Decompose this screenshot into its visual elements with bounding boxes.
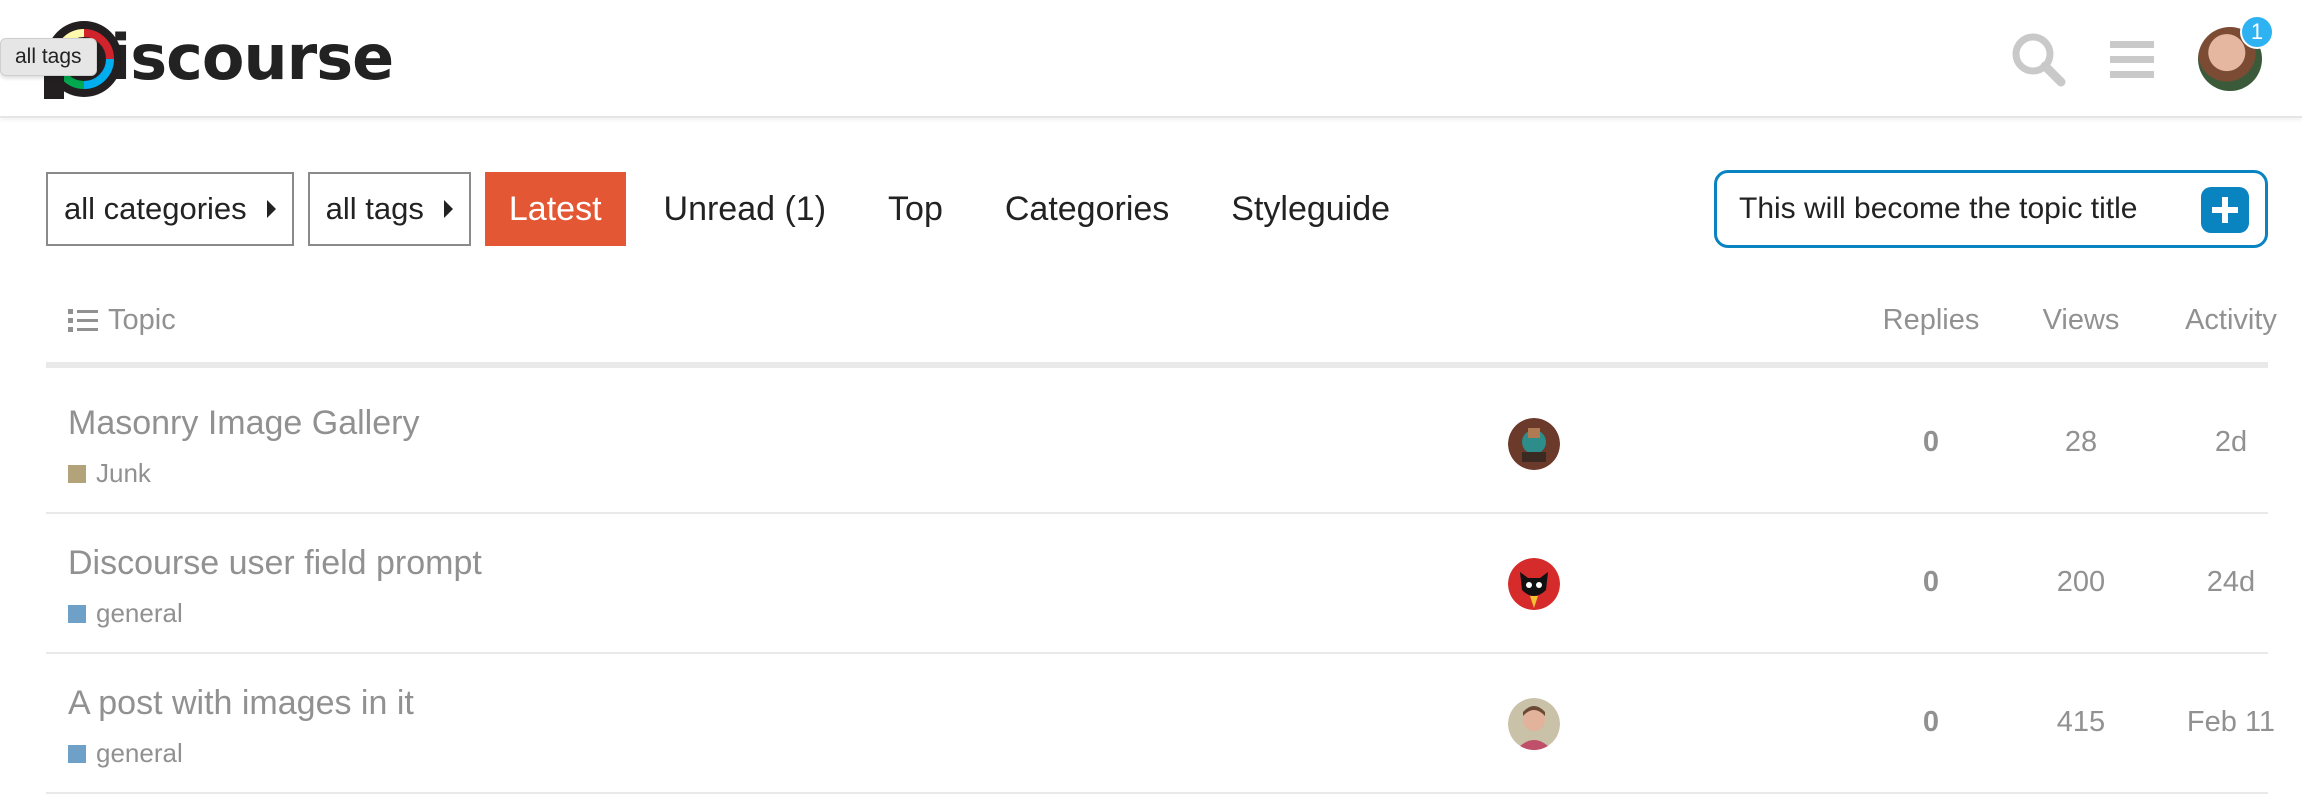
- search-icon[interactable]: [2010, 31, 2066, 87]
- category-name: general: [96, 598, 183, 628]
- notification-badge[interactable]: 1: [2240, 15, 2274, 49]
- topic-title-input[interactable]: [1739, 192, 2199, 226]
- category-badge[interactable]: Junk: [68, 458, 151, 489]
- tags-dropdown[interactable]: all tags: [307, 172, 471, 246]
- activity-time[interactable]: 24d: [2136, 566, 2302, 599]
- nav-latest[interactable]: Latest: [484, 172, 626, 246]
- activity-time[interactable]: 2d: [2136, 426, 2302, 459]
- poster-avatar[interactable]: [1508, 698, 1560, 750]
- topic-list-header: Topic Replies Views Activity: [46, 282, 2277, 368]
- plus-icon: [2212, 197, 2238, 223]
- category-name: general: [96, 738, 183, 768]
- nav-top[interactable]: Top: [864, 172, 967, 246]
- table-row: Masonry Image Gallery Junk 0 28 2d: [46, 374, 2268, 514]
- table-row: A post with images in it general 0 415 F…: [46, 654, 2275, 794]
- category-badge[interactable]: general: [68, 598, 183, 629]
- activity-time[interactable]: Feb 11: [2136, 706, 2302, 739]
- caret-right-icon: [266, 200, 276, 218]
- nav-styleguide[interactable]: Styleguide: [1207, 172, 1414, 246]
- category-color-swatch: [68, 744, 86, 763]
- topic-header-label: Topic: [108, 304, 176, 336]
- topic-title-link[interactable]: Discourse user field prompt: [68, 544, 482, 583]
- site-header: iscourse all tags 1: [0, 0, 2302, 118]
- nav-unread[interactable]: Unread (1): [640, 172, 851, 246]
- topic-column-header[interactable]: Topic: [68, 304, 176, 337]
- topic-title-link[interactable]: A post with images in it: [68, 684, 414, 723]
- topic-title-link[interactable]: Masonry Image Gallery: [68, 404, 419, 443]
- logo-text: iscourse: [110, 20, 394, 94]
- create-topic-button[interactable]: [2201, 187, 2249, 233]
- list-icon: [68, 308, 98, 332]
- categories-dropdown[interactable]: all categories: [46, 172, 294, 246]
- caret-right-icon: [443, 200, 453, 218]
- categories-dropdown-label: all categories: [64, 191, 247, 226]
- tags-dropdown-label: all tags: [325, 191, 424, 226]
- category-badge[interactable]: general: [68, 738, 183, 769]
- hamburger-menu-icon[interactable]: [2104, 31, 2160, 87]
- category-name: Junk: [96, 458, 151, 488]
- category-color-swatch: [68, 604, 86, 623]
- user-avatar[interactable]: 1: [2198, 15, 2274, 91]
- poster-avatar[interactable]: [1508, 558, 1560, 610]
- topic-title-composer: [1714, 170, 2268, 248]
- category-color-swatch: [68, 464, 86, 483]
- navigation-bar: all categories all tags Latest Unread (1…: [46, 172, 1428, 246]
- activity-column-header[interactable]: Activity: [2136, 304, 2302, 337]
- tooltip: all tags: [0, 38, 97, 76]
- nav-categories[interactable]: Categories: [981, 172, 1193, 246]
- table-row: Discourse user field prompt general 0 20…: [46, 514, 2268, 654]
- poster-avatar[interactable]: [1508, 418, 1560, 470]
